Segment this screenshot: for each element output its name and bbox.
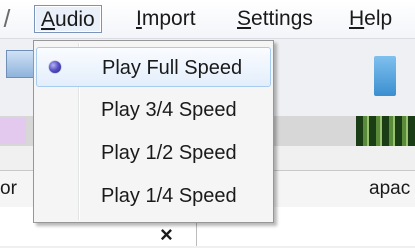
- menu-help-label: elp: [364, 7, 393, 30]
- clip-thumbnail: [0, 118, 26, 144]
- menu-item-play-full-speed[interactable]: Play Full Speed: [36, 47, 271, 87]
- menu-help-mnemonic: H: [349, 7, 365, 30]
- truncated-menu-edge: [3, 9, 11, 27]
- toolbar-icon[interactable]: [374, 56, 396, 96]
- truncated-label-left: or: [0, 178, 17, 199]
- menu-item-play-3-4-speed[interactable]: Play 3/4 Speed: [36, 90, 271, 130]
- close-icon[interactable]: ×: [160, 222, 173, 248]
- radio-dot-icon: [49, 61, 61, 73]
- menu-item-label: Play Full Speed: [102, 57, 243, 79]
- toolbar-icon[interactable]: [6, 50, 36, 78]
- menu-item-label: Play 3/4 Speed: [101, 99, 237, 121]
- menu-settings-label: ettings: [251, 7, 313, 30]
- menu-import[interactable]: Import: [130, 5, 202, 33]
- menu-audio-mnemonic: A: [41, 8, 56, 31]
- menu-audio-label: udio: [55, 8, 95, 31]
- menu-item-label: Play 1/4 Speed: [101, 185, 237, 207]
- audio-dropdown-menu: Play Full Speed Play 3/4 Speed Play 1/2 …: [33, 40, 274, 223]
- menu-settings-mnemonic: S: [237, 7, 252, 30]
- video-thumbnail-strip: [356, 116, 415, 146]
- truncated-label-right: apac: [369, 178, 411, 199]
- menu-settings[interactable]: Settings: [231, 5, 319, 33]
- menu-item-play-1-2-speed[interactable]: Play 1/2 Speed: [36, 133, 271, 173]
- menu-item-label: Play 1/2 Speed: [101, 142, 237, 164]
- menu-bar: Audio Import Settings Help: [0, 0, 415, 39]
- menu-item-play-1-4-speed[interactable]: Play 1/4 Speed: [36, 176, 271, 216]
- menu-audio[interactable]: Audio: [34, 5, 102, 33]
- menu-import-label: mport: [141, 7, 196, 30]
- menu-help[interactable]: Help: [343, 5, 398, 33]
